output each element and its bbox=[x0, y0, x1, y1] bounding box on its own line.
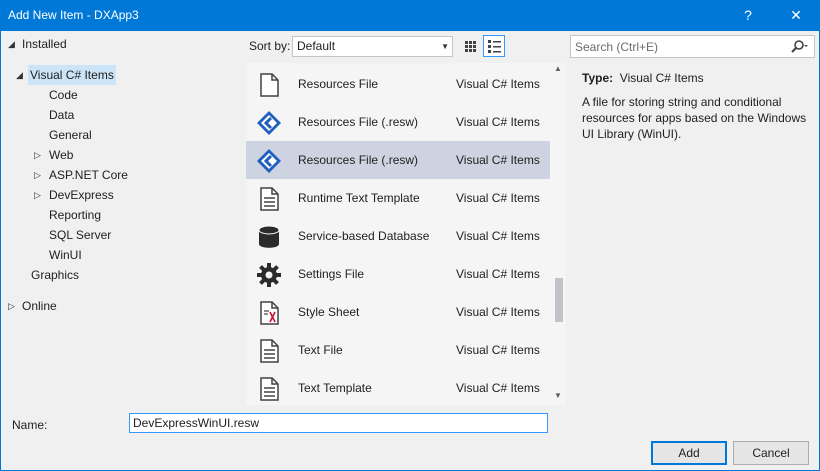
tree-item-visual-cs-items[interactable]: Visual C# Items bbox=[28, 65, 116, 85]
list-item[interactable]: Resources File (.resw) Visual C# Items bbox=[246, 141, 550, 179]
item-name: Resources File (.resw) bbox=[298, 153, 419, 167]
type-line: Type: Visual C# Items bbox=[582, 70, 814, 86]
expand-arrow-icon[interactable]: ▷ bbox=[8, 296, 18, 316]
item-type: Visual C# Items bbox=[456, 381, 540, 395]
collapse-arrow-icon[interactable]: ◢ bbox=[16, 65, 26, 85]
sort-label: Sort by: bbox=[249, 39, 291, 53]
sort-value: Default bbox=[297, 39, 336, 53]
text-template-icon bbox=[260, 377, 279, 401]
list-item[interactable]: Settings File Visual C# Items bbox=[246, 255, 550, 293]
list-view-button[interactable] bbox=[483, 35, 505, 57]
list-scrollbar[interactable] bbox=[550, 63, 566, 405]
medium-icons-view-button[interactable] bbox=[459, 35, 481, 57]
close-button[interactable]: ✕ bbox=[776, 0, 816, 31]
database-icon bbox=[258, 225, 280, 248]
expand-arrow-icon[interactable]: ▷ bbox=[34, 165, 44, 185]
item-type: Visual C# Items bbox=[456, 229, 540, 243]
title-bar: Add New Item - DXApp3 ? ✕ bbox=[0, 0, 820, 31]
search-icon[interactable] bbox=[790, 39, 808, 55]
search-input[interactable]: Search (Ctrl+E) bbox=[570, 35, 815, 58]
item-type: Visual C# Items bbox=[456, 153, 540, 167]
tree-item-graphics[interactable]: Graphics bbox=[31, 265, 79, 285]
type-value: Visual C# Items bbox=[619, 71, 704, 85]
list-item[interactable]: Text Template Visual C# Items bbox=[246, 369, 550, 405]
item-type: Visual C# Items bbox=[456, 77, 540, 91]
style-sheet-icon bbox=[260, 301, 279, 325]
tree-item-reporting[interactable]: Reporting bbox=[49, 205, 101, 225]
tree-item-web[interactable]: Web bbox=[49, 145, 73, 165]
sort-dropdown[interactable]: Default ▼ bbox=[292, 36, 453, 57]
file-icon bbox=[260, 73, 279, 97]
item-type: Visual C# Items bbox=[456, 267, 540, 281]
item-description: A file for storing string and conditiona… bbox=[582, 95, 807, 141]
gear-icon bbox=[257, 263, 281, 287]
item-type: Visual C# Items bbox=[456, 115, 540, 129]
tree-item-data[interactable]: Data bbox=[49, 105, 74, 125]
text-template-icon bbox=[260, 187, 279, 211]
text-file-icon bbox=[260, 339, 279, 363]
tree-item-devexpress[interactable]: DevExpress bbox=[49, 185, 114, 205]
item-type: Visual C# Items bbox=[456, 191, 540, 205]
name-label: Name: bbox=[12, 418, 48, 432]
grid-icon bbox=[465, 41, 476, 52]
item-name: Text File bbox=[298, 343, 343, 357]
tree-item-general[interactable]: General bbox=[49, 125, 92, 145]
search-placeholder: Search (Ctrl+E) bbox=[575, 40, 659, 54]
chevron-down-icon: ▼ bbox=[441, 42, 449, 51]
item-name: Resources File bbox=[298, 77, 379, 91]
collapse-arrow-icon[interactable]: ◢ bbox=[8, 34, 18, 54]
list-item[interactable]: Style Sheet Visual C# Items bbox=[246, 293, 550, 331]
type-label: Type: bbox=[582, 71, 614, 85]
tree-item-sql-server[interactable]: SQL Server bbox=[49, 225, 111, 245]
help-button[interactable]: ? bbox=[728, 0, 768, 31]
template-list: Resources File Visual C# Items Resources… bbox=[246, 63, 566, 405]
list-item[interactable]: Resources File (.resw) Visual C# Items bbox=[246, 103, 550, 141]
tree-item-online[interactable]: Online bbox=[22, 296, 57, 316]
list-icon bbox=[488, 40, 501, 53]
window-title: Add New Item - DXApp3 bbox=[8, 8, 139, 22]
item-type: Visual C# Items bbox=[456, 343, 540, 357]
scroll-up-icon[interactable]: ▲ bbox=[554, 64, 562, 73]
scroll-thumb[interactable] bbox=[555, 278, 563, 322]
tree-item-code[interactable]: Code bbox=[49, 85, 78, 105]
cancel-button[interactable]: Cancel bbox=[733, 441, 809, 465]
resw-icon bbox=[257, 111, 281, 135]
name-field[interactable]: DevExpressWinUI.resw bbox=[129, 413, 548, 433]
list-item[interactable]: Text File Visual C# Items bbox=[246, 331, 550, 369]
item-name: Resources File (.resw) bbox=[298, 115, 419, 129]
add-button[interactable]: Add bbox=[651, 441, 727, 465]
item-type: Visual C# Items bbox=[456, 305, 540, 319]
item-name: Runtime Text Template bbox=[298, 191, 420, 205]
item-name: Service-based Database bbox=[298, 229, 430, 243]
list-item[interactable]: Runtime Text Template Visual C# Items bbox=[246, 179, 550, 217]
details-pane: Type: Visual C# Items A file for storing… bbox=[582, 70, 814, 142]
item-name: Style Sheet bbox=[298, 305, 360, 319]
tree-item-winui[interactable]: WinUI bbox=[49, 245, 82, 265]
expand-arrow-icon[interactable]: ▷ bbox=[34, 185, 44, 205]
resw-icon bbox=[257, 149, 281, 173]
expand-arrow-icon[interactable]: ▷ bbox=[34, 145, 44, 165]
tree-item-asp-net-core[interactable]: ASP.NET Core bbox=[49, 165, 128, 185]
tree-item-installed[interactable]: Installed bbox=[22, 34, 67, 54]
item-name: Text Template bbox=[298, 381, 372, 395]
list-item[interactable]: Resources File Visual C# Items bbox=[246, 65, 550, 103]
scroll-down-icon[interactable]: ▼ bbox=[554, 391, 562, 400]
item-name: Settings File bbox=[298, 267, 365, 281]
list-item[interactable]: Service-based Database Visual C# Items bbox=[246, 217, 550, 255]
